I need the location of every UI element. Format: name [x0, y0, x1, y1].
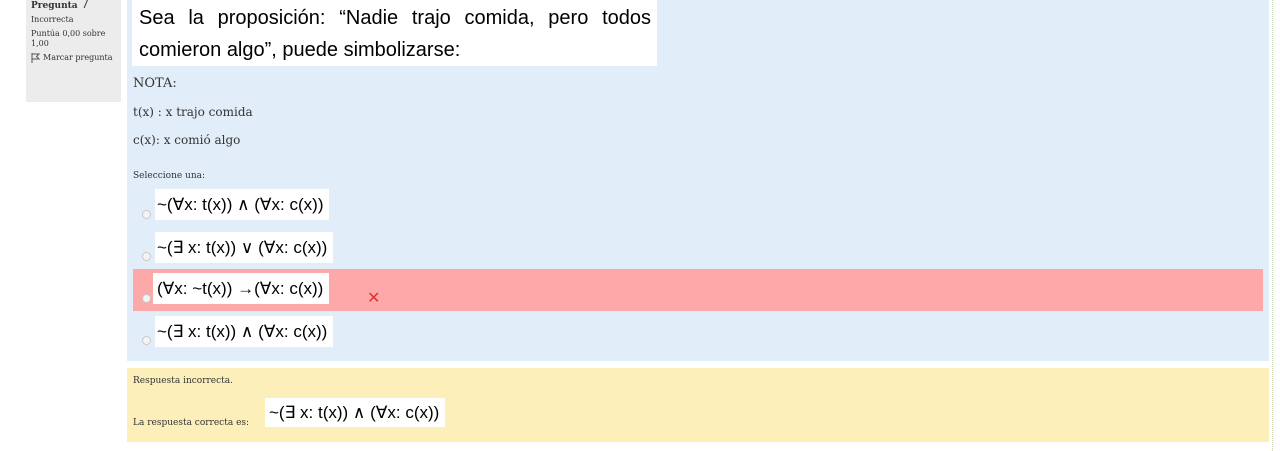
- question-formulation: Sea la proposición: “Nadie trajo comida,…: [127, 0, 1269, 361]
- option-c-radio[interactable]: [142, 294, 151, 303]
- question-number: Pregunta 7: [31, 0, 116, 11]
- question-number-value: 7: [80, 0, 90, 12]
- flag-label: Marcar pregunta: [43, 53, 113, 62]
- definition-c: c(x): x comió algo: [133, 133, 241, 147]
- question-info: Pregunta 7 Incorrecta Puntúa 0,00 sobre …: [26, 0, 121, 102]
- page-edge: [1272, 0, 1274, 451]
- flag-question-link[interactable]: Marcar pregunta: [31, 53, 116, 63]
- question-text: Sea la proposición: “Nadie trajo comida,…: [132, 0, 657, 66]
- select-prompt: Seleccione una:: [133, 171, 206, 181]
- cross-icon: ✕: [367, 288, 381, 307]
- definition-t: t(x) : x trajo comida: [133, 105, 253, 119]
- correct-answer-label: La respuesta correcta es:: [133, 418, 250, 428]
- note-heading: NOTA:: [133, 76, 177, 91]
- question-grade: Puntúa 0,00 sobre 1,00: [31, 29, 106, 48]
- question-state: Incorrecta: [31, 15, 74, 24]
- answer-option-c[interactable]: (∀x: ~t(x)) →(∀x: c(x)) ✕: [133, 269, 1263, 311]
- answer-option-b[interactable]: ~(∃ x: t(x)) ∨ (∀x: c(x)): [133, 226, 1263, 268]
- option-b-label: ~(∃ x: t(x)) ∨ (∀x: c(x)): [155, 232, 334, 263]
- option-c-label: (∀x: ~t(x)) →(∀x: c(x)): [153, 273, 330, 304]
- option-d-label: ~(∃ x: t(x)) ∧ (∀x: c(x)): [155, 316, 334, 347]
- question-text-line2: comieron algo”, puede simbolizarse:: [139, 39, 461, 61]
- question-text-line1: Sea la proposición: “Nadie trajo comida,…: [139, 7, 651, 29]
- question-label: Pregunta: [31, 1, 78, 11]
- option-d-radio[interactable]: [142, 336, 151, 345]
- answer-option-a[interactable]: ~(∀x: t(x)) ∧ (∀x: c(x)): [133, 184, 1263, 226]
- feedback-status: Respuesta incorrecta.: [133, 376, 234, 386]
- correct-answer: ~(∃ x: t(x)) ∧ (∀x: c(x)): [265, 398, 446, 427]
- answer-option-d[interactable]: ~(∃ x: t(x)) ∧ (∀x: c(x)): [133, 311, 1263, 353]
- answer-feedback: Respuesta incorrecta. La respuesta corre…: [127, 368, 1269, 442]
- option-a-radio[interactable]: [142, 210, 151, 219]
- option-a-label: ~(∀x: t(x)) ∧ (∀x: c(x)): [155, 189, 330, 220]
- option-b-radio[interactable]: [142, 252, 151, 261]
- flag-icon: [31, 53, 40, 63]
